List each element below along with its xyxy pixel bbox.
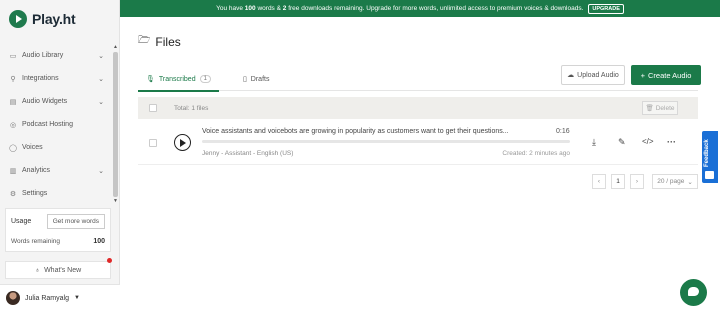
row-checkbox[interactable] — [149, 139, 157, 147]
chat-launcher-button[interactable] — [680, 279, 707, 306]
tab-label: Drafts — [250, 75, 270, 83]
table-header: Total: 1 files 🗑 Delete — [138, 97, 698, 119]
get-more-words-button[interactable]: Get more words — [46, 214, 105, 229]
whats-new-button[interactable]: ♁ What's New — [5, 258, 112, 279]
voice-icon: ◯ — [9, 144, 17, 152]
folder-icon: ▭ — [9, 52, 17, 60]
bulb-icon: ♁ — [34, 266, 41, 274]
caret-down-icon: ▼ — [73, 295, 80, 301]
tab-transcribed[interactable]: 🎙 Transcribed 1 — [138, 67, 219, 92]
voice-meta: Jenny - Assistant - English (US) — [202, 150, 294, 157]
cloud-upload-icon: ☁ — [567, 72, 575, 79]
sidebar-item-label: Audio Widgets — [22, 98, 68, 105]
sidebar-item-label: Analytics — [22, 167, 51, 174]
delete-label: Delete — [655, 104, 675, 112]
whats-new-label: What's New — [44, 266, 82, 274]
sidebar-item-audio-library[interactable]: ▭ Audio Library ⌄ — [0, 44, 112, 67]
page-size-select[interactable]: 20 / page ⌄ — [652, 174, 698, 189]
upload-audio-label: Upload Audio — [577, 71, 619, 79]
chevron-right-icon: › — [635, 178, 639, 185]
brand-name: Play.ht — [32, 11, 76, 27]
total-files-label: Total: 1 files — [174, 104, 209, 112]
feedback-icon — [705, 171, 714, 179]
tab-label: Transcribed — [158, 75, 196, 83]
page-number: 1 — [616, 178, 620, 185]
sidebar-nav: ▭ Audio Library ⌄ ⚲ Integrations ⌄ ▤ Aud… — [0, 44, 112, 205]
play-logo-icon — [9, 10, 27, 28]
banner-text: You have 100 words & 2 free downloads re… — [216, 5, 584, 12]
chevron-down-icon: ⌄ — [98, 98, 104, 106]
sidebar-item-analytics[interactable]: ▥ Analytics ⌄ — [0, 159, 112, 182]
prev-page-button[interactable]: ‹ — [592, 174, 606, 189]
chevron-down-icon: ⌄ — [98, 75, 104, 83]
feedback-label: Feedback — [704, 139, 710, 167]
page-title: 🗁 Files — [138, 33, 181, 50]
upload-audio-button[interactable]: ☁ Upload Audio — [561, 65, 625, 85]
sidebar-item-settings[interactable]: ⚙ Settings — [0, 182, 112, 205]
brand-logo[interactable]: Play.ht — [0, 0, 119, 38]
chevron-down-icon: ⌄ — [98, 167, 104, 175]
download-icon[interactable]: ⤓ — [592, 137, 596, 148]
sidebar-item-integrations[interactable]: ⚲ Integrations ⌄ — [0, 67, 112, 90]
words-remaining-value: 100 — [93, 238, 105, 245]
audio-duration: 0:16 — [556, 128, 570, 135]
sidebar-item-podcast-hosting[interactable]: ◎ Podcast Hosting — [0, 113, 112, 136]
select-all-checkbox[interactable] — [149, 104, 157, 112]
create-audio-button[interactable]: + Create Audio — [631, 65, 701, 85]
plug-icon: ⚲ — [10, 75, 16, 83]
scroll-up-icon[interactable]: ▲ — [113, 44, 118, 50]
avatar — [6, 291, 20, 305]
next-page-button[interactable]: › — [630, 174, 644, 189]
tab-count-badge: 1 — [199, 75, 211, 83]
page-number-button[interactable]: 1 — [611, 174, 625, 189]
scroll-thumb[interactable] — [113, 52, 118, 197]
sidebar-item-voices[interactable]: ◯ Voices — [0, 136, 112, 159]
widget-icon: ▤ — [9, 98, 17, 106]
words-remaining-label: Words remaining — [11, 238, 61, 245]
chart-icon: ▥ — [9, 167, 17, 175]
page-size-value: 20 / page — [657, 178, 685, 185]
sidebar-item-label: Podcast Hosting — [22, 121, 73, 128]
scroll-down-icon[interactable]: ▼ — [113, 198, 118, 204]
upgrade-banner: You have 100 words & 2 free downloads re… — [120, 0, 720, 17]
sidebar-item-label: Integrations — [22, 75, 59, 82]
usage-label: Usage — [11, 218, 32, 225]
audio-title[interactable]: Voice assistants and voicebots are growi… — [202, 128, 509, 135]
play-button[interactable] — [174, 134, 191, 151]
edit-icon[interactable]: ✎ — [618, 137, 626, 148]
podcast-icon: ◎ — [9, 121, 17, 129]
main-content: 🗁 Files 🎙 Transcribed 1 ▯ Drafts ☁ Uploa… — [120, 17, 720, 311]
user-name: Julia Ramyalg — [25, 294, 69, 302]
user-menu[interactable]: Julia Ramyalg ▼ — [0, 284, 120, 311]
notification-dot — [107, 258, 112, 263]
folder-open-icon: 🗁 — [138, 35, 151, 46]
delete-button[interactable]: 🗑 Delete — [642, 101, 678, 115]
tab-drafts[interactable]: ▯ Drafts — [235, 67, 278, 91]
created-time: Created: 2 minutes ago — [502, 150, 570, 157]
microphone-icon: 🎙 — [146, 76, 155, 83]
sidebar-item-audio-widgets[interactable]: ▤ Audio Widgets ⌄ — [0, 90, 112, 113]
sidebar-item-label: Voices — [22, 144, 43, 151]
chevron-left-icon: ‹ — [597, 178, 601, 185]
page-title-text: Files — [155, 34, 181, 49]
create-audio-label: Create Audio — [648, 70, 692, 80]
sidebar-item-label: Settings — [22, 190, 48, 197]
upgrade-button[interactable]: UPGRADE — [588, 3, 624, 14]
sidebar-scrollbar[interactable]: ▲ ▼ — [112, 44, 118, 204]
sidebar-item-label: Audio Library — [22, 52, 64, 59]
more-options-icon[interactable]: ··· — [667, 137, 676, 147]
table-row[interactable]: Voice assistants and voicebots are growi… — [138, 121, 698, 165]
document-icon: ▯ — [242, 76, 247, 83]
gear-icon: ⚙ — [9, 190, 17, 198]
embed-code-icon[interactable]: </> — [642, 137, 654, 146]
feedback-tab[interactable]: Feedback — [702, 131, 718, 183]
chevron-down-icon: ⌄ — [687, 178, 693, 186]
audio-progress-bar[interactable] — [202, 140, 570, 143]
trash-icon: 🗑 — [645, 105, 654, 112]
usage-panel: Usage Get more words Words remaining 100 — [5, 208, 111, 252]
chevron-down-icon: ⌄ — [98, 52, 104, 60]
plus-icon: + — [640, 70, 645, 80]
sidebar: Play.ht ▭ Audio Library ⌄ ⚲ Integrations… — [0, 0, 120, 311]
